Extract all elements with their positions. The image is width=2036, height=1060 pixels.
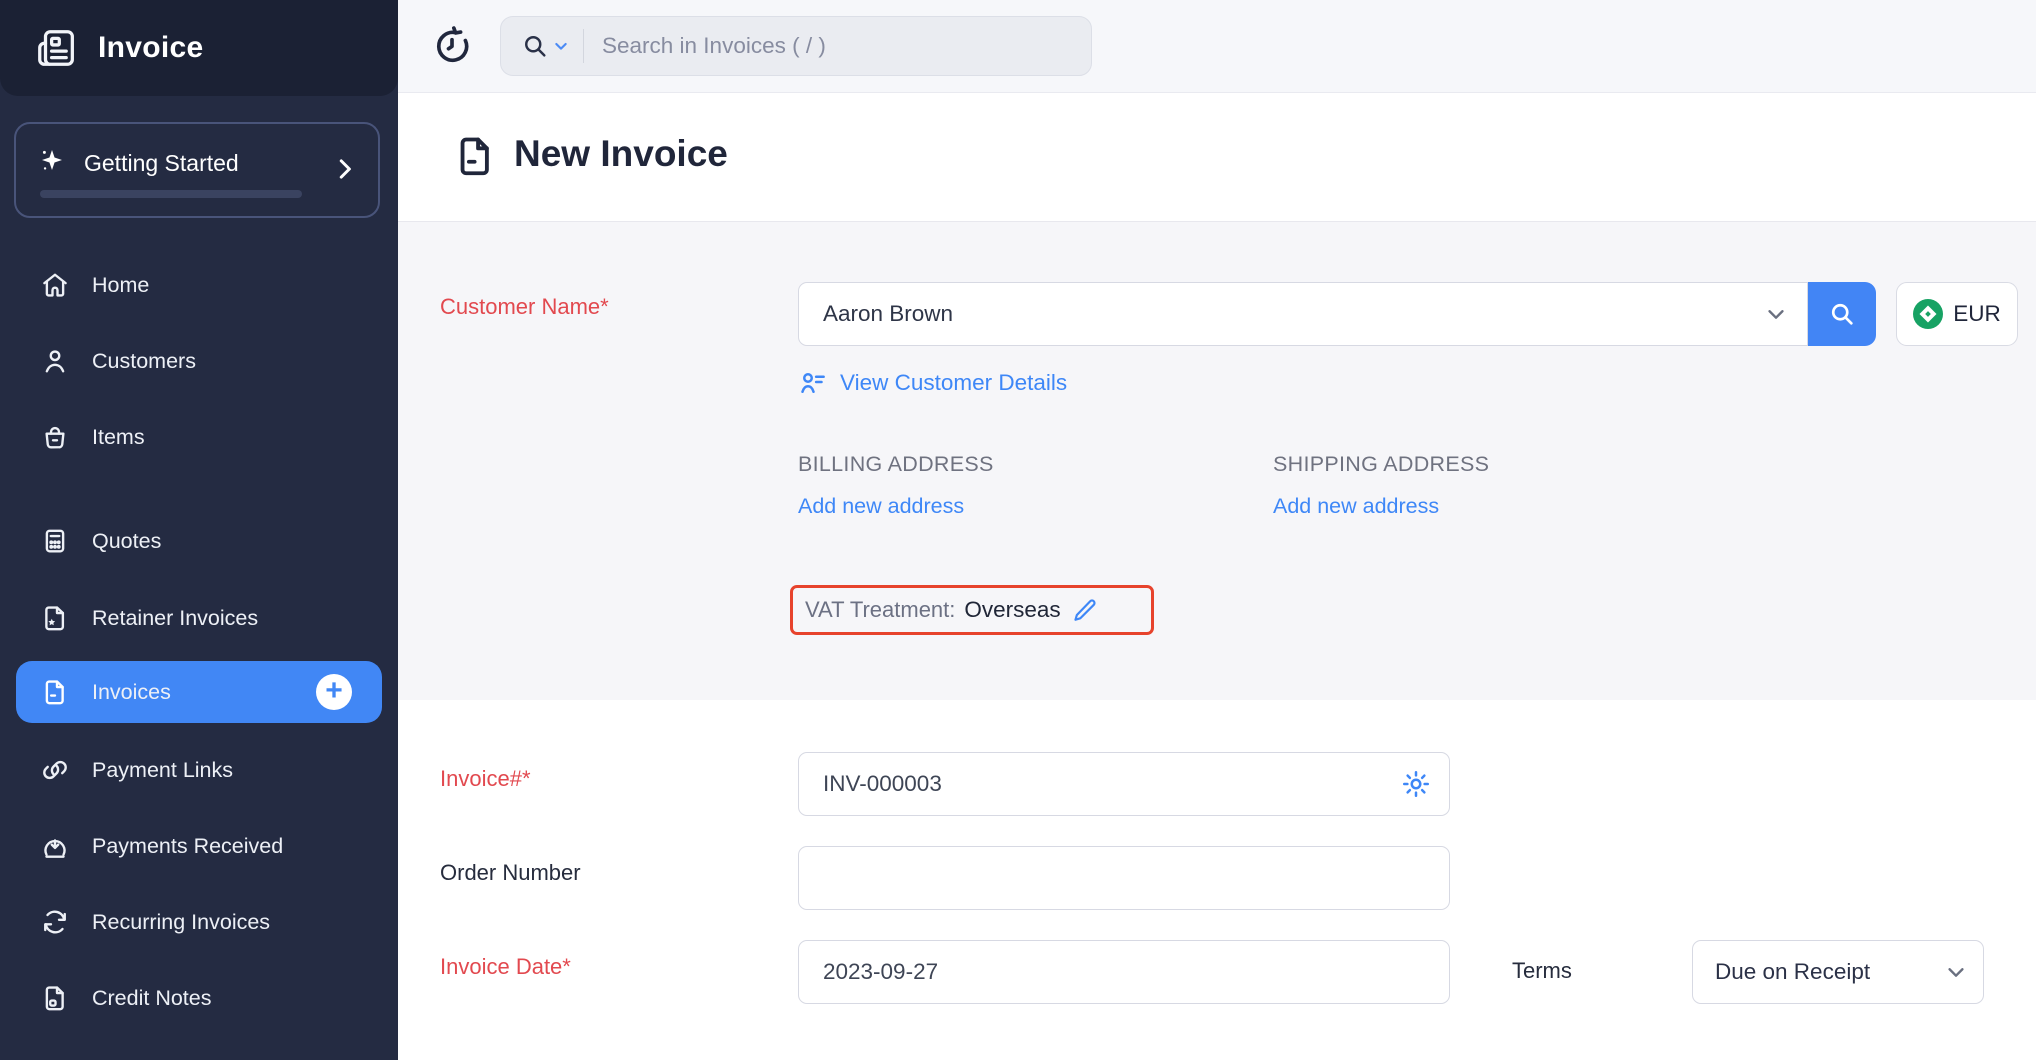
sidebar-item-payments-received[interactable]: Payments Received xyxy=(16,817,382,875)
currency-icon xyxy=(1913,299,1943,329)
sidebar-item-label: Quotes xyxy=(92,529,161,554)
terms-select[interactable]: Due on Receipt xyxy=(1692,940,1984,1004)
sidebar-item-quotes[interactable]: Quotes xyxy=(16,512,382,570)
credit-notes-icon xyxy=(40,983,70,1013)
invoice-date-label: Invoice Date* xyxy=(440,954,571,980)
sidebar: Invoice Getting Started xyxy=(0,0,398,1060)
app-window: Invoice Getting Started xyxy=(0,0,2036,1060)
currency-button[interactable]: EUR xyxy=(1896,282,2018,346)
recurring-invoices-icon xyxy=(40,907,70,937)
sidebar-item-label: Retainer Invoices xyxy=(92,606,258,631)
invoice-date-field xyxy=(798,940,1450,1004)
app-title: Invoice xyxy=(98,31,203,65)
page-title: New Invoice xyxy=(514,133,728,175)
search-input[interactable] xyxy=(600,32,1091,60)
chevron-down-icon xyxy=(1765,303,1787,325)
getting-started-label: Getting Started xyxy=(84,150,239,177)
billing-add-address-link[interactable]: Add new address xyxy=(798,494,964,519)
shipping-add-address-link[interactable]: Add new address xyxy=(1273,494,1439,519)
customer-name-select[interactable]: Aaron Brown xyxy=(798,282,1808,346)
sidebar-item-items[interactable]: Items xyxy=(16,408,382,466)
home-icon xyxy=(40,270,70,300)
getting-started-card[interactable]: Getting Started xyxy=(14,122,380,218)
invoices-icon xyxy=(40,677,70,707)
sidebar-item-payment-links[interactable]: Payment Links xyxy=(16,741,382,799)
terms-label: Terms xyxy=(1512,958,1572,984)
invoice-number-field xyxy=(798,752,1450,816)
sidebar-item-label: Invoices xyxy=(92,680,171,705)
invoice-date-input[interactable] xyxy=(821,958,1449,986)
payment-links-icon xyxy=(40,755,70,785)
customers-icon xyxy=(40,346,70,376)
customer-search-button[interactable] xyxy=(1808,282,1876,346)
invoice-number-input[interactable] xyxy=(821,770,1401,798)
search-scope-chevron-icon[interactable] xyxy=(553,38,569,54)
page-header: New Invoice xyxy=(398,93,2036,222)
order-number-label: Order Number xyxy=(440,860,581,886)
shipping-address-heading: SHIPPING ADDRESS xyxy=(1273,452,1489,477)
customer-details-icon xyxy=(798,368,828,398)
view-customer-details-link[interactable]: View Customer Details xyxy=(798,368,1067,398)
retainer-invoices-icon xyxy=(40,603,70,633)
sidebar-item-label: Home xyxy=(92,273,149,298)
sidebar-item-label: Credit Notes xyxy=(92,986,212,1011)
sidebar-item-retainer-invoices[interactable]: Retainer Invoices xyxy=(16,589,382,647)
sidebar-item-recurring-invoices[interactable]: Recurring Invoices xyxy=(16,893,382,951)
sidebar-item-label: Payments Received xyxy=(92,834,283,859)
vat-treatment-highlight-box: VAT Treatment: Overseas xyxy=(790,585,1154,635)
billing-address-heading: BILLING ADDRESS xyxy=(798,452,994,477)
vat-treatment-label: VAT Treatment: xyxy=(805,597,955,623)
search-divider xyxy=(583,29,584,63)
sidebar-item-label: Customers xyxy=(92,349,196,374)
sidebar-item-label: Payment Links xyxy=(92,758,233,783)
chevron-right-icon xyxy=(330,154,360,184)
invoice-logo-icon xyxy=(34,25,80,71)
sparkle-icon xyxy=(36,146,68,178)
vat-treatment-value: Overseas xyxy=(964,597,1060,623)
currency-code: EUR xyxy=(1953,301,2001,327)
items-bag-icon xyxy=(40,422,70,452)
chevron-down-icon xyxy=(1945,961,1967,983)
new-invoice-doc-icon xyxy=(452,133,498,179)
sidebar-item-home[interactable]: Home xyxy=(16,256,382,314)
customer-name-label: Customer Name* xyxy=(440,294,609,320)
global-search xyxy=(500,16,1092,76)
search-icon[interactable] xyxy=(521,32,549,60)
app-logo[interactable]: Invoice xyxy=(0,0,398,96)
view-customer-details-label: View Customer Details xyxy=(840,370,1067,396)
sidebar-item-label: Recurring Invoices xyxy=(92,910,270,935)
quotes-icon xyxy=(40,526,70,556)
history-refresh-icon[interactable] xyxy=(430,24,474,68)
getting-started-progress xyxy=(40,190,302,198)
invoice-number-label: Invoice#* xyxy=(440,766,531,792)
edit-pencil-icon[interactable] xyxy=(1072,597,1098,623)
gear-icon[interactable] xyxy=(1401,769,1431,799)
add-invoice-button[interactable]: + xyxy=(316,674,352,710)
customer-name-value: Aaron Brown xyxy=(823,301,953,327)
terms-value: Due on Receipt xyxy=(1715,959,1870,985)
sidebar-item-label: Items xyxy=(92,425,145,450)
sidebar-item-invoices[interactable]: Invoices + xyxy=(16,661,382,723)
order-number-input[interactable] xyxy=(821,864,1449,892)
payments-received-icon xyxy=(40,831,70,861)
topbar xyxy=(398,0,2036,93)
sidebar-item-credit-notes[interactable]: Credit Notes xyxy=(16,969,382,1027)
order-number-field xyxy=(798,846,1450,910)
sidebar-item-customers[interactable]: Customers xyxy=(16,332,382,390)
